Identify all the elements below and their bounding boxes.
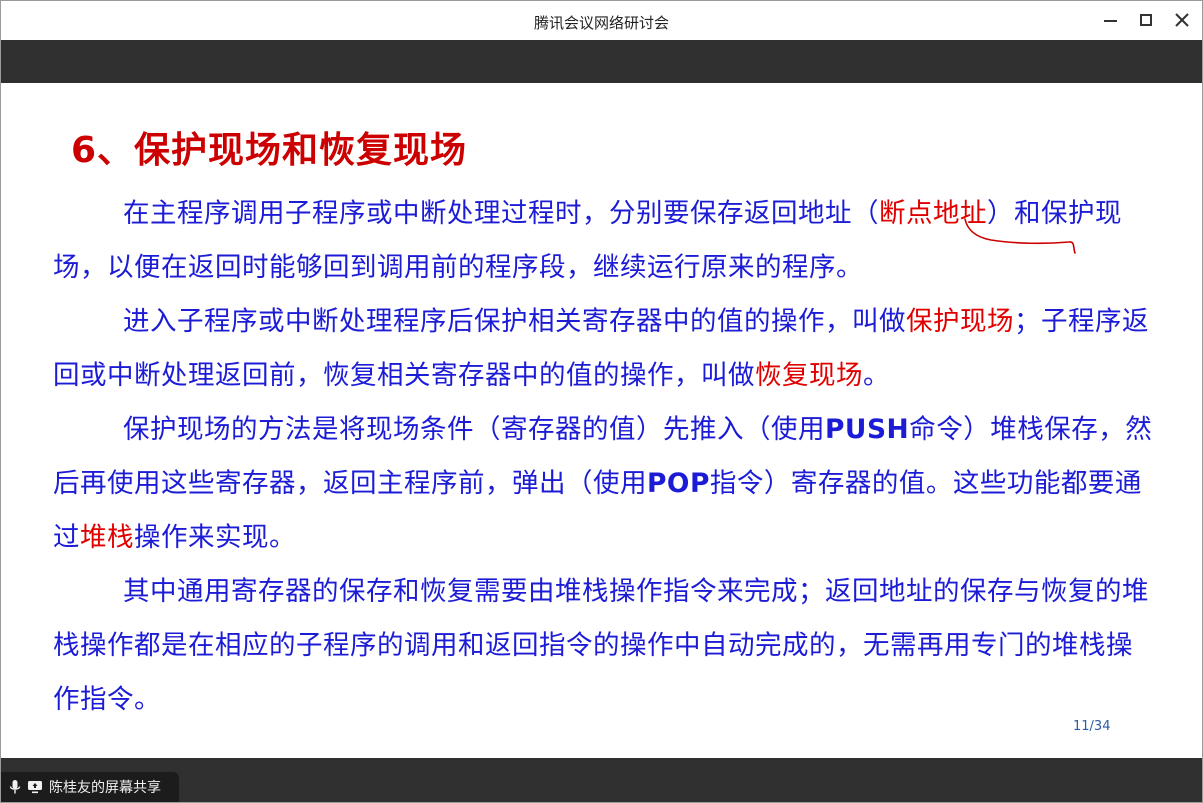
highlight-text: 断点地址	[879, 198, 987, 229]
minimize-icon	[1103, 20, 1117, 22]
title-bar[interactable]: 腾讯会议网络研讨会	[1, 1, 1202, 40]
paragraph-text: 其中通用寄存器的保存和恢复需要由堆栈操作指令来完成；返回地址的保存与恢复的堆栈操…	[53, 576, 1149, 715]
page-number: 11/34	[1073, 719, 1111, 734]
meeting-window: 腾讯会议网络研讨会 6、保护现场和恢复现场 在主程序调用子程序或中断处理过程时，…	[0, 0, 1203, 803]
slide-title: 6、保护现场和恢复现场	[71, 130, 468, 171]
meeting-toolbar-top	[1, 40, 1202, 83]
slide-paragraph: 保护现场的方法是将现场条件（寄存器的值）先推入（使用PUSH命令）堆栈保存，然后…	[53, 403, 1153, 565]
highlight-text: 保护现场	[906, 306, 1014, 337]
slide-paragraph: 进入子程序或中断处理程序后保护相关寄存器中的值的操作，叫做保护现场；子程序返回或…	[53, 295, 1153, 403]
paragraph-text: 操作来实现。	[134, 522, 296, 553]
screen-share-icon	[27, 780, 43, 794]
maximize-button[interactable]	[1131, 7, 1161, 33]
paragraph-text: 。	[863, 360, 890, 391]
highlight-text: 恢复现场	[755, 360, 863, 391]
minimize-button[interactable]	[1095, 7, 1125, 33]
slide-paragraph: 在主程序调用子程序或中断处理过程时，分别要保存返回地址（断点地址）和保护现场，以…	[53, 187, 1153, 295]
shared-slide: 6、保护现场和恢复现场 在主程序调用子程序或中断处理过程时，分别要保存返回地址（…	[1, 83, 1202, 758]
slide-paragraph: 其中通用寄存器的保存和恢复需要由堆栈操作指令来完成；返回地址的保存与恢复的堆栈操…	[53, 565, 1153, 727]
paragraph-text: 保护现场的方法是将现场条件（寄存器的值）先推入（使用	[123, 414, 825, 445]
paragraph-text: 进入子程序或中断处理程序后保护相关寄存器中的值的操作，叫做	[123, 306, 906, 337]
paragraph-text: 在主程序调用子程序或中断处理过程时，分别要保存返回地址（	[123, 198, 879, 229]
window-title: 腾讯会议网络研讨会	[533, 14, 669, 32]
screen-share-indicator[interactable]: 陈桂友的屏幕共享	[1, 772, 179, 802]
close-button[interactable]	[1167, 7, 1197, 33]
meeting-toolbar-bottom: 陈桂友的屏幕共享	[1, 758, 1202, 802]
instruction-text: PUSH	[825, 414, 910, 445]
share-label: 陈桂友的屏幕共享	[49, 780, 161, 796]
microphone-icon[interactable]	[9, 779, 21, 795]
highlight-text: 堆栈	[80, 522, 134, 553]
close-icon	[1175, 13, 1189, 27]
instruction-text: POP	[647, 468, 710, 499]
maximize-icon	[1140, 14, 1152, 26]
